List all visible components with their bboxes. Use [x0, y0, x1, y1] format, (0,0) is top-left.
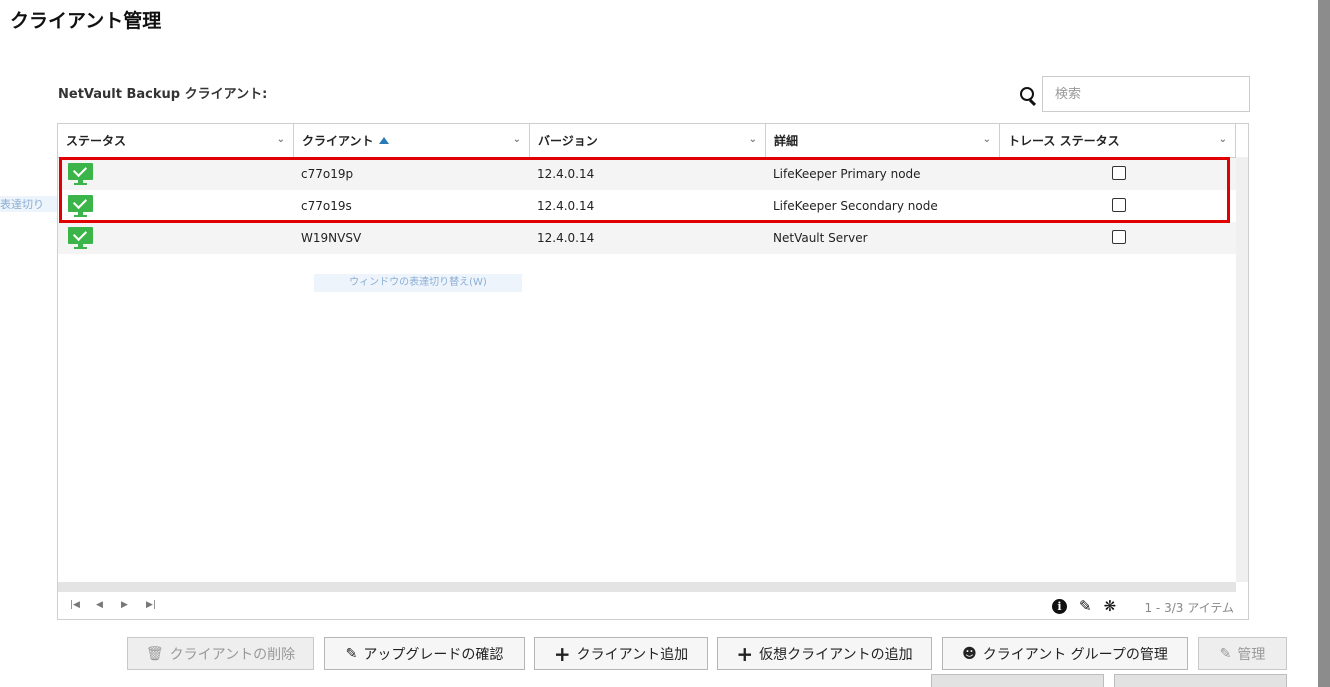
users-icon: ☻	[962, 645, 977, 662]
client-version: 12.4.0.14	[537, 167, 595, 181]
trash-icon: 🗑	[145, 645, 164, 662]
button-label: 仮想クライアントの追加	[759, 646, 913, 663]
last-page-icon[interactable]: ▶|	[146, 600, 156, 610]
check-upgrade-button[interactable]: ✎ アップグレードの確認	[324, 637, 525, 670]
plus-icon: +	[736, 641, 754, 666]
button-label: クライアントの削除	[169, 646, 296, 663]
table-body: c77o19p 12.4.0.14 LifeKeeper Primary nod…	[58, 158, 1236, 582]
button-label: アップグレードの確認	[363, 646, 504, 663]
table-row[interactable]: c77o19p 12.4.0.14 LifeKeeper Primary nod…	[58, 158, 1236, 190]
delete-client-button[interactable]: 🗑 クライアントの削除	[127, 637, 314, 670]
column-label: ステータス	[66, 134, 127, 148]
column-label: バージョン	[538, 134, 598, 148]
table-row[interactable]: W19NVSV 12.4.0.14 NetVault Server	[58, 222, 1236, 254]
client-name: c77o19p	[301, 167, 354, 181]
add-client-button[interactable]: + クライアント追加	[534, 637, 708, 670]
column-header-detail[interactable]: 詳細 ⌄	[766, 124, 1000, 157]
trace-status-checkbox[interactable]	[1112, 166, 1126, 180]
table-row[interactable]: c77o19s 12.4.0.14 LifeKeeper Secondary n…	[58, 190, 1236, 222]
button-label: クライアント グループの管理	[982, 646, 1168, 663]
button-label: 管理	[1237, 646, 1266, 663]
chevron-down-icon[interactable]: ⌄	[513, 134, 521, 145]
client-online-monitor-icon	[68, 162, 93, 187]
item-count: 1 - 3/3 アイテム	[1144, 601, 1234, 615]
column-header-trace-status[interactable]: トレース ステータス ⌄	[1000, 124, 1236, 157]
table-header: ステータス ⌄ クライアント ⌄ バージョン ⌄ 詳細 ⌄ トレース ステータス…	[58, 124, 1236, 158]
search-icon[interactable]	[1016, 75, 1042, 113]
client-online-monitor-icon	[68, 226, 93, 251]
manage-client-groups-button[interactable]: ☻ クライアント グループの管理	[942, 637, 1188, 670]
client-version: 12.4.0.14	[537, 199, 595, 213]
edit-icon: ✎	[345, 645, 358, 662]
column-header-status[interactable]: ステータス ⌄	[58, 124, 294, 157]
client-detail: LifeKeeper Primary node	[773, 167, 921, 181]
plus-icon: +	[553, 641, 571, 666]
client-detail: LifeKeeper Secondary node	[773, 199, 938, 213]
table-horizontal-scrollbar[interactable]	[58, 582, 1236, 592]
client-name: W19NVSV	[301, 231, 362, 245]
chevron-down-icon[interactable]: ⌄	[749, 134, 757, 145]
trace-status-checkbox[interactable]	[1112, 230, 1126, 244]
client-detail: NetVault Server	[773, 231, 868, 245]
table-footer-tools: i ✎ ❋	[1052, 597, 1116, 615]
edit-icon: ✎	[1219, 645, 1232, 662]
chevron-down-icon[interactable]: ⌄	[277, 134, 285, 145]
previous-page-icon[interactable]: ◀	[96, 600, 103, 610]
sort-ascending-icon	[378, 137, 389, 144]
client-version: 12.4.0.14	[537, 231, 595, 245]
search-input[interactable]	[1042, 76, 1250, 112]
add-virtual-client-button[interactable]: + 仮想クライアントの追加	[717, 637, 932, 670]
info-icon[interactable]: i	[1052, 598, 1067, 614]
column-header-client[interactable]: クライアント ⌄	[294, 124, 530, 157]
column-label: トレース ステータス	[1008, 134, 1120, 148]
clients-table: ステータス ⌄ クライアント ⌄ バージョン ⌄ 詳細 ⌄ トレース ステータス…	[57, 123, 1249, 620]
column-label: クライアント	[302, 134, 374, 148]
page-title: クライアント管理	[10, 10, 162, 32]
search-area	[1016, 75, 1250, 113]
column-label: 詳細	[774, 134, 799, 148]
client-name: c77o19s	[301, 199, 352, 213]
trace-status-checkbox[interactable]	[1112, 198, 1126, 212]
chevron-down-icon[interactable]: ⌄	[1219, 134, 1227, 145]
table-vertical-scrollbar[interactable]	[1236, 157, 1248, 582]
chevron-down-icon[interactable]: ⌄	[983, 134, 991, 145]
client-online-monitor-icon	[68, 194, 93, 219]
section-label: NetVault Backup クライアント:	[58, 87, 268, 102]
partially-hidden-button[interactable]	[931, 674, 1104, 687]
next-page-icon[interactable]: ▶	[121, 600, 128, 610]
button-label: クライアント追加	[576, 646, 689, 663]
table-pager: |◀ ◀ ▶ ▶| i ✎ ❋ 1 - 3/3 アイテム	[58, 594, 1248, 620]
column-header-version[interactable]: バージョン ⌄	[530, 124, 766, 157]
background-ghost-text: ウィンドウの表達切り替え(W)	[314, 274, 522, 292]
manage-button[interactable]: ✎ 管理	[1198, 637, 1287, 670]
first-page-icon[interactable]: |◀	[70, 600, 80, 610]
edit-external-icon[interactable]: ✎	[1079, 597, 1092, 615]
partially-hidden-button[interactable]	[1114, 674, 1287, 687]
window-scrollbar[interactable]	[1318, 0, 1330, 687]
settings-icon[interactable]: ❋	[1104, 597, 1117, 615]
